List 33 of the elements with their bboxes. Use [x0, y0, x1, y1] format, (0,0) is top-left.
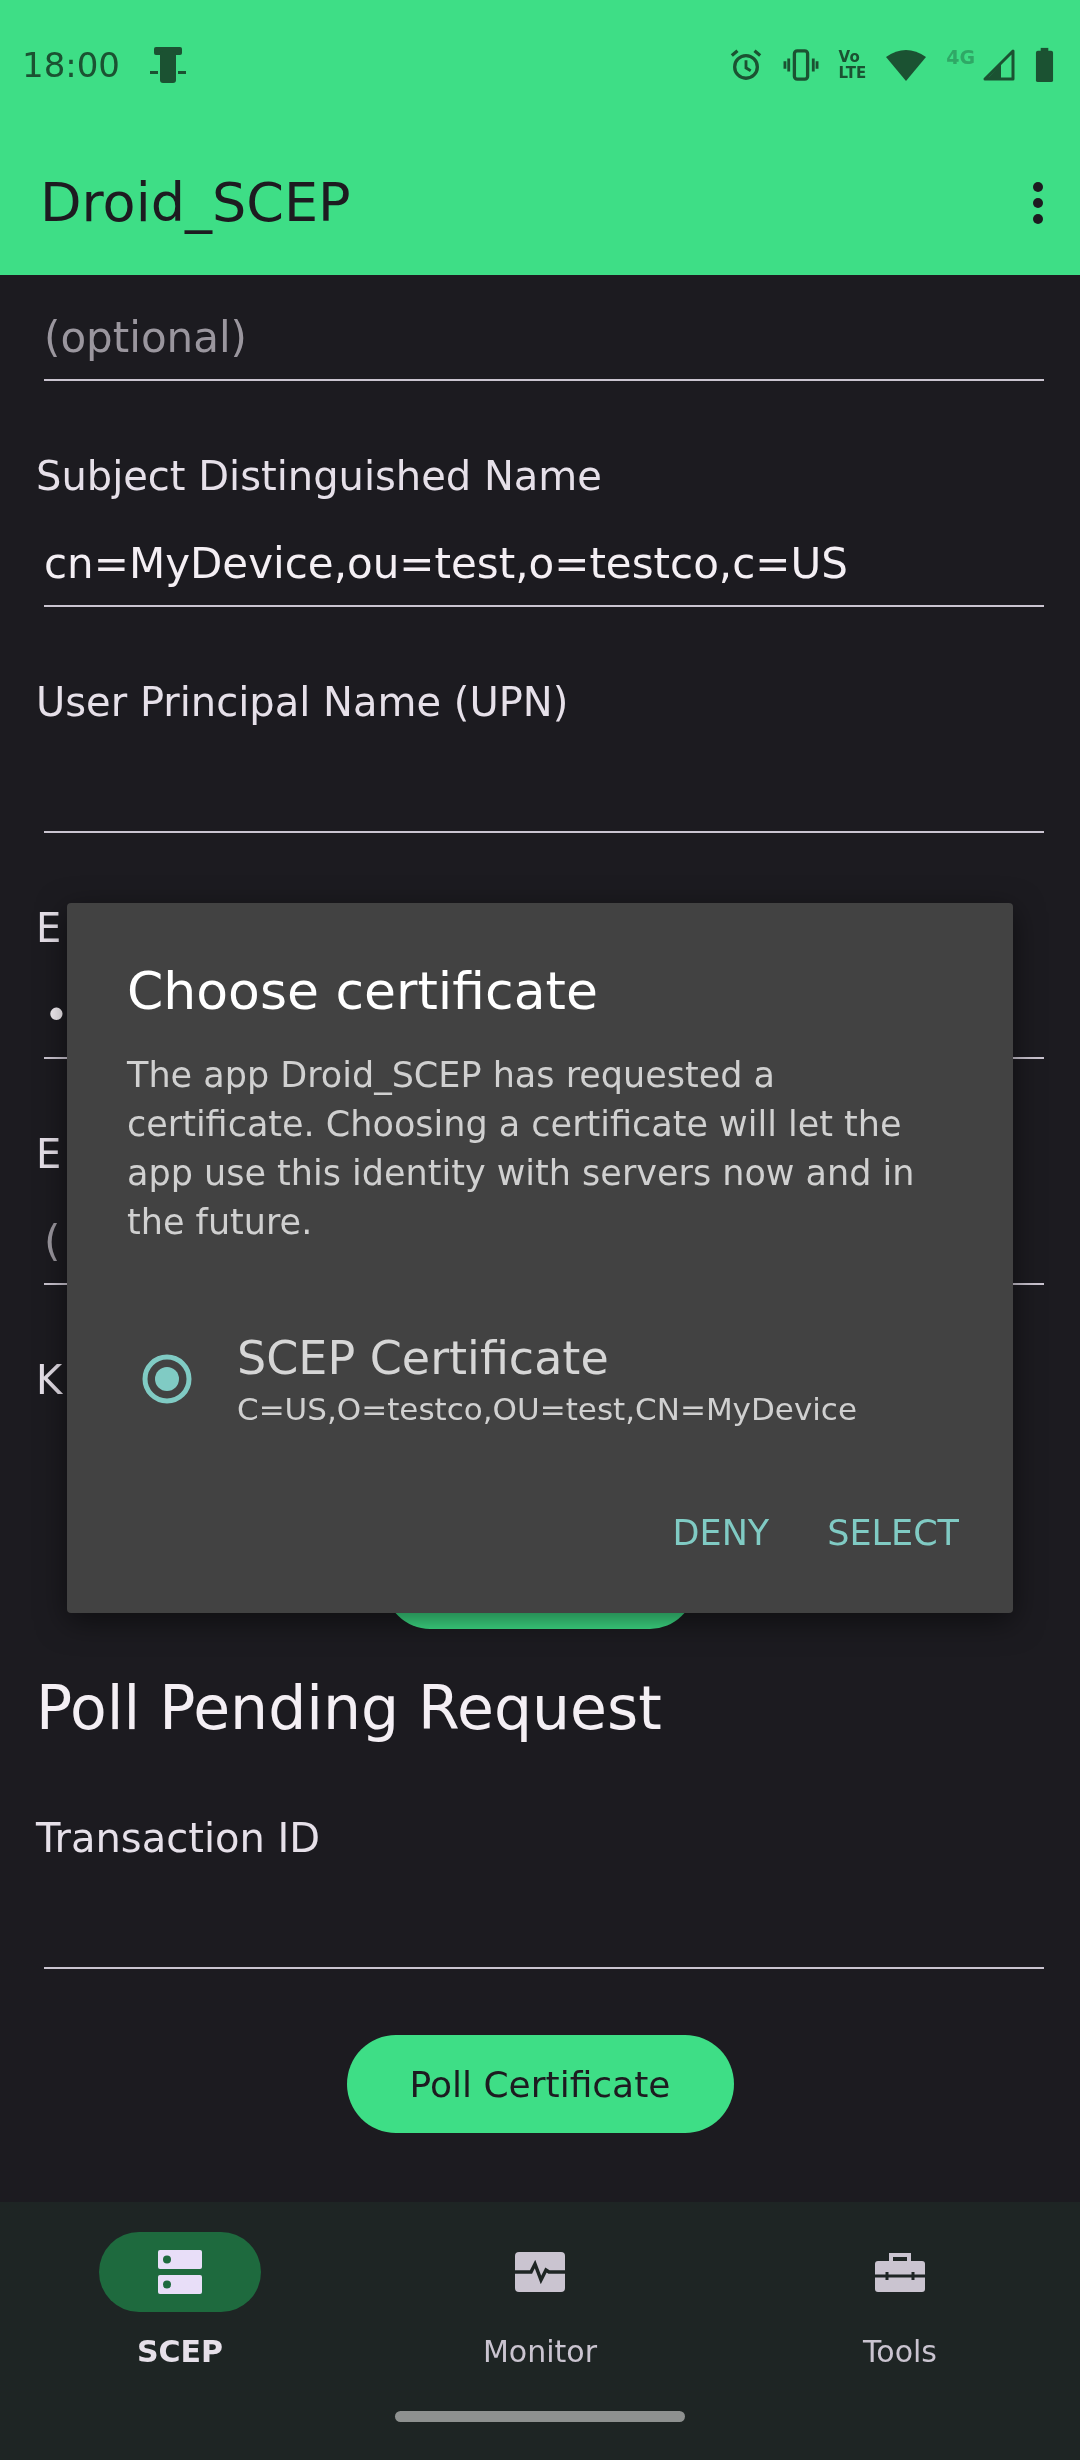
- pulse-monitor-icon: [515, 2252, 565, 2292]
- toolbox-icon: [875, 2252, 925, 2292]
- certificate-subject: C=US,O=testco,OU=test,CN=MyDevice: [237, 1391, 857, 1427]
- battery-icon: [1035, 47, 1054, 83]
- vibrate-icon: [782, 48, 819, 82]
- field-label: E: [36, 1130, 62, 1179]
- field-label: E: [36, 904, 62, 953]
- field-label: User Principal Name (UPN): [36, 678, 569, 727]
- radio-button[interactable]: [141, 1353, 193, 1405]
- alarm-icon: [728, 48, 763, 82]
- field-label: Subject Distinguished Name: [36, 452, 602, 501]
- more-options-icon[interactable]: [1032, 180, 1044, 225]
- section-heading: Poll Pending Request: [36, 1673, 663, 1743]
- poll-certificate-button[interactable]: Poll Certificate: [346, 2035, 734, 2133]
- nav-tab[interactable]: Tools: [750, 2232, 1050, 2369]
- text-field[interactable]: cn=MyDevice,ou=test,o=testco,c=US: [44, 521, 1044, 607]
- field-label: K: [36, 1356, 63, 1405]
- dialog-title: Choose certificate: [127, 961, 599, 1021]
- phone-icon: [148, 47, 188, 83]
- certificate-name: SCEP Certificate: [237, 1331, 610, 1385]
- app-title: Droid_SCEP: [40, 171, 352, 234]
- status-time: 18:00: [22, 45, 120, 85]
- field-label: Transaction ID: [36, 1814, 321, 1863]
- nav-tab[interactable]: Monitor: [390, 2232, 690, 2369]
- signal-icon: [983, 49, 1015, 81]
- dialog-button[interactable]: DENY: [658, 1503, 784, 1563]
- text-field[interactable]: (optional): [44, 295, 1044, 381]
- nav-tab[interactable]: SCEP: [30, 2232, 330, 2369]
- dialog-message: The app Droid_SCEP has requested a certificate. Choosing a certificate will let the app use this identity with servers now and in the future.: [127, 1054, 916, 1244]
- server-icon: [157, 2249, 203, 2295]
- volte-indicator: Vo LTE: [838, 49, 867, 81]
- wifi-icon: [886, 49, 927, 81]
- dialog-button[interactable]: SELECT: [813, 1503, 973, 1563]
